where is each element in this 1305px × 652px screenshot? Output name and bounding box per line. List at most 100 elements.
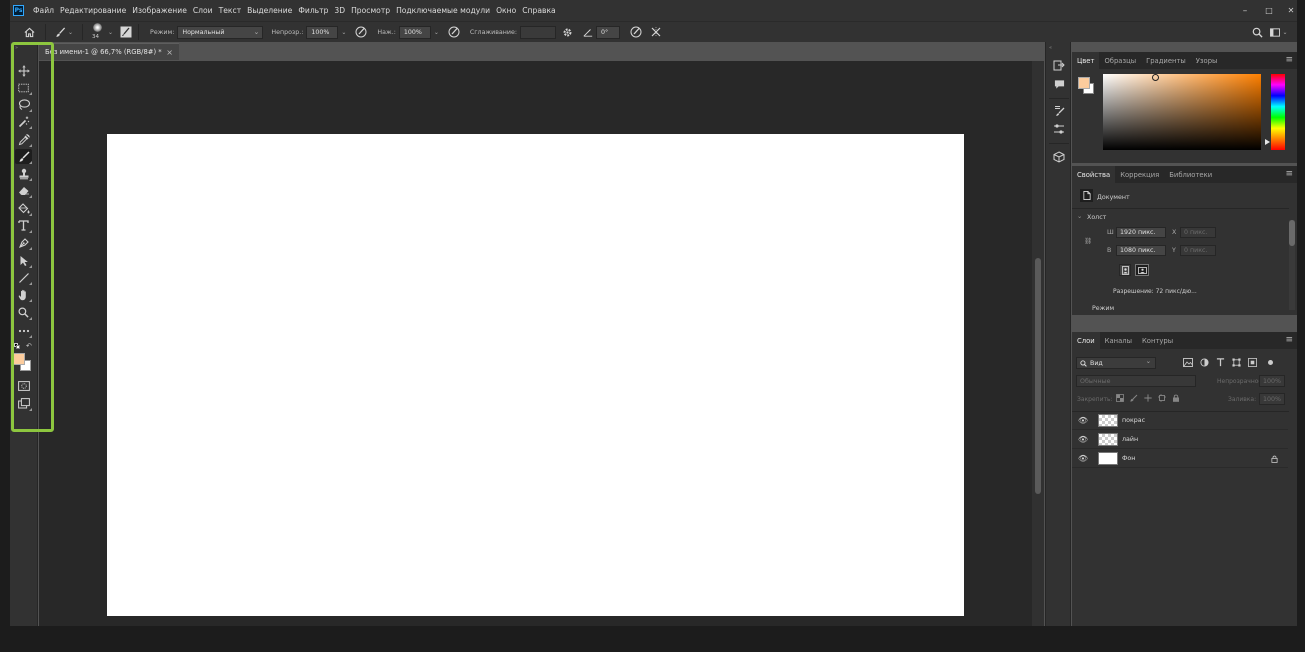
menu-item[interactable]: Выделение (244, 6, 295, 15)
path-selection-tool-icon[interactable] (15, 253, 32, 268)
opacity-field[interactable]: 100% (306, 25, 339, 39)
y-field[interactable]: 0 пикс. (1180, 245, 1216, 256)
symmetry-icon[interactable] (648, 24, 664, 40)
type-layer-filter-icon[interactable] (1216, 358, 1225, 367)
shape-layer-filter-icon[interactable] (1232, 358, 1241, 367)
more-tools-icon[interactable] (15, 323, 32, 338)
panel-tab[interactable]: Узоры (1191, 52, 1223, 69)
panel-tab[interactable]: Градиенты (1141, 52, 1191, 69)
visibility-eye-icon[interactable]: 👁 (1076, 454, 1090, 463)
color-picker-cursor[interactable] (1152, 74, 1159, 81)
foreground-color-chip[interactable] (1078, 77, 1090, 89)
layer-opacity-field[interactable]: 100% (1259, 375, 1285, 387)
eyedropper-tool-icon[interactable] (15, 132, 32, 147)
smoothing-field[interactable] (519, 25, 556, 39)
chevron-down-icon[interactable]: ⌄ (434, 29, 439, 36)
panel-menu-icon[interactable]: ≡ (1285, 55, 1293, 65)
document-tab[interactable]: Без имени-1 @ 66,7% (RGB/8#) * × (39, 43, 179, 60)
layer-row[interactable]: 👁 Фон (1072, 450, 1288, 468)
pressure-size-icon[interactable] (628, 24, 644, 40)
chevron-down-icon[interactable]: ⌄ (108, 29, 113, 36)
menu-item[interactable]: Просмотр (348, 6, 393, 15)
home-icon[interactable] (18, 24, 40, 40)
panel-tab[interactable]: Слои (1072, 332, 1100, 349)
search-icon[interactable] (1250, 24, 1264, 40)
lock-icon[interactable] (1271, 455, 1278, 465)
layer-row[interactable]: 👁 лайн (1072, 431, 1288, 449)
menu-item[interactable]: Справка (519, 6, 558, 15)
flow-field[interactable]: 100% (398, 25, 431, 39)
landscape-orientation-icon[interactable] (1135, 264, 1149, 276)
workspace-scrollbar[interactable] (1032, 61, 1044, 626)
foreground-color-swatch[interactable] (13, 353, 25, 365)
brush-preset-icon[interactable]: ⌄ (51, 24, 77, 40)
brush-settings-panel-icon[interactable] (119, 24, 133, 40)
properties-scrollbar[interactable] (1289, 220, 1295, 310)
menu-item[interactable]: Текст (216, 6, 245, 15)
visibility-eye-icon[interactable]: 👁 (1076, 435, 1090, 444)
lock-all-icon[interactable] (1172, 394, 1180, 402)
blend-mode-select[interactable]: Обычные (1076, 375, 1196, 387)
lasso-tool-icon[interactable] (15, 97, 32, 112)
minimize-button[interactable]: – (1232, 0, 1258, 21)
angle-field[interactable]: 0° (595, 25, 620, 39)
menu-item[interactable]: 3D (331, 6, 348, 15)
color-field[interactable] (1103, 74, 1261, 150)
scrollbar-thumb[interactable] (1035, 258, 1041, 494)
adjustments-sliders-icon[interactable] (1052, 122, 1066, 136)
menu-item[interactable]: Слои (190, 6, 216, 15)
menu-item[interactable]: Фильтр (295, 6, 331, 15)
smart-object-filter-icon[interactable] (1248, 358, 1257, 367)
comments-icon[interactable] (1052, 77, 1066, 91)
lock-artboard-icon[interactable] (1158, 394, 1166, 402)
menu-item[interactable]: Окно (493, 6, 519, 15)
pen-tool-icon[interactable] (15, 235, 32, 250)
menu-item[interactable]: Редактирование (57, 6, 129, 15)
hue-slider-handle[interactable] (1265, 139, 1270, 145)
portrait-orientation-icon[interactable] (1119, 264, 1131, 276)
lock-transparency-icon[interactable] (1116, 394, 1124, 402)
panel-tab[interactable]: Коррекция (1115, 166, 1164, 183)
pixel-layer-filter-icon[interactable] (1183, 358, 1193, 367)
menu-item[interactable]: Файл (30, 6, 57, 15)
x-field[interactable]: 0 пикс. (1180, 227, 1216, 238)
paint-bucket-tool-icon[interactable] (15, 201, 32, 216)
brush-tool-icon[interactable] (15, 149, 32, 164)
airbrush-icon[interactable] (446, 24, 462, 40)
brush-size-picker[interactable]: 34 (88, 22, 108, 42)
lock-pixels-icon[interactable] (1130, 394, 1138, 402)
visibility-eye-icon[interactable]: 👁 (1076, 416, 1090, 425)
pressure-opacity-icon[interactable] (353, 24, 369, 40)
default-colors-icon[interactable] (14, 343, 20, 349)
panel-menu-icon[interactable]: ≡ (1285, 169, 1293, 179)
menu-item[interactable]: Подключаемые модули (393, 6, 493, 15)
hand-tool-icon[interactable] (15, 287, 32, 302)
close-window-button[interactable]: ✕ (1278, 0, 1304, 21)
fill-field[interactable]: 100% (1259, 393, 1285, 405)
stamp-tool-icon[interactable] (15, 166, 32, 181)
workspace-icon[interactable]: ⌄ (1269, 24, 1289, 40)
panel-menu-icon[interactable]: ≡ (1285, 335, 1293, 345)
zoom-tool-icon[interactable] (15, 305, 32, 320)
layer-row[interactable]: 👁 покрас (1072, 412, 1288, 430)
width-field[interactable]: 1920 пикс. (1116, 227, 1166, 238)
height-field[interactable]: 1080 пикс. (1116, 245, 1166, 256)
panel-tab[interactable]: Каналы (1100, 332, 1137, 349)
marquee-tool-icon[interactable] (15, 80, 32, 95)
panel-tab[interactable]: Образцы (1099, 52, 1141, 69)
3d-cube-icon[interactable] (1052, 150, 1066, 164)
line-tool-icon[interactable] (15, 270, 32, 285)
collapse-icon[interactable]: « (1049, 45, 1052, 51)
chevron-down-icon[interactable]: ⌄ (341, 29, 346, 36)
panel-tab[interactable]: Библиотеки (1164, 166, 1217, 183)
filter-toggle-icon[interactable] (1268, 360, 1273, 365)
adjustment-layer-filter-icon[interactable] (1200, 358, 1209, 367)
screen-mode-icon[interactable] (15, 396, 32, 411)
move-tool-icon[interactable] (15, 63, 32, 78)
link-icon[interactable]: ⛓ (1084, 237, 1092, 245)
history-icon[interactable] (1052, 59, 1066, 73)
mode-select[interactable]: Нормальный ⌄ (177, 25, 264, 39)
quick-mask-icon[interactable] (15, 378, 32, 393)
collapse-icon[interactable]: » (15, 45, 18, 51)
close-tab-icon[interactable]: × (166, 48, 173, 57)
